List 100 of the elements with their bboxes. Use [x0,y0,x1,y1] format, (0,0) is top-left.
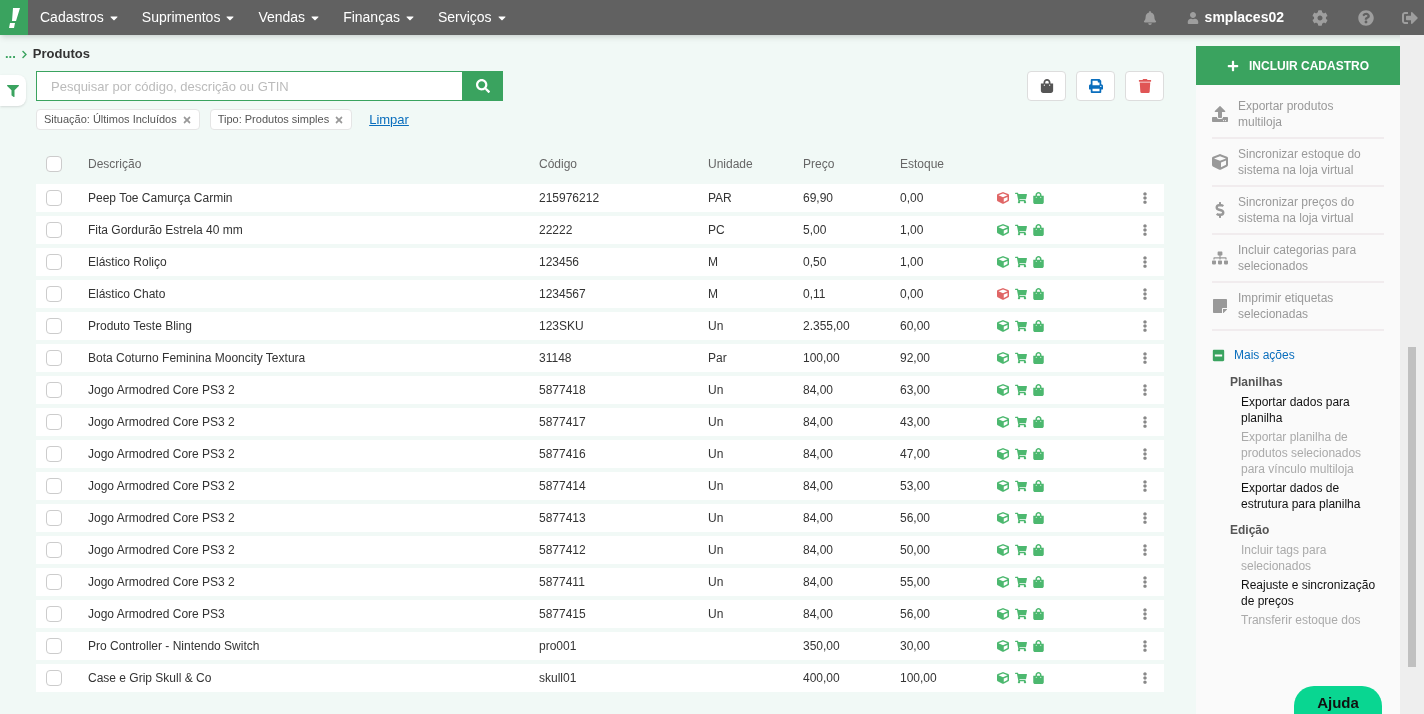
table-row[interactable]: Pro Controller - Nintendo Switch pro001 350,00 30,00 [36,632,1164,660]
stock-cube-icon[interactable] [997,320,1009,332]
more-options-icon[interactable] [1140,192,1150,204]
cart-icon[interactable] [1015,352,1027,364]
stock-cube-icon[interactable] [997,640,1009,652]
bell-icon[interactable] [1142,10,1157,25]
table-row[interactable]: Jogo Armodred Core PS3 2 5877414 Un 84,00 53,00 [36,472,1164,500]
stock-cube-icon[interactable] [997,608,1009,620]
table-row[interactable]: Jogo Armodred Core PS3 2 5877411 Un 84,00 55,00 [36,568,1164,596]
more-options-icon[interactable] [1140,512,1150,524]
table-row[interactable]: Jogo Armodred Core PS3 2 5877412 Un 84,00 50,00 [36,536,1164,564]
bag-icon[interactable] [1033,448,1044,460]
menu-item[interactable]: Finanças [343,7,416,28]
print-button[interactable] [1076,71,1115,101]
more-actions-toggle[interactable]: Mais ações [1212,346,1384,364]
bag-icon[interactable] [1033,384,1044,396]
row-checkbox[interactable] [46,190,62,206]
row-checkbox[interactable] [46,638,62,654]
row-checkbox[interactable] [46,478,62,494]
more-options-icon[interactable] [1140,672,1150,684]
table-row[interactable]: Elástico Chato 1234567 M 0,11 0,00 [36,280,1164,308]
table-row[interactable]: Fita Gordurão Estrela 40 mm 22222 PC 5,00 1,00 [36,216,1164,244]
stock-cube-icon[interactable] [997,416,1009,428]
more-options-icon[interactable] [1140,320,1150,332]
table-row[interactable]: Case e Grip Skull & Co skull01 400,00 100,00 [36,664,1164,692]
menu-action[interactable]: Exportar dados para planilha [1241,394,1384,426]
table-row[interactable]: Produto Teste Bling 123SKU Un 2.355,00 60,00 [36,312,1164,340]
more-options-icon[interactable] [1140,448,1150,460]
delete-button[interactable] [1125,71,1164,101]
bag-icon[interactable] [1033,288,1044,300]
more-options-icon[interactable] [1140,608,1150,620]
table-row[interactable]: Jogo Armodred Core PS3 2 5877418 Un 84,00 63,00 [36,376,1164,404]
bag-icon[interactable] [1033,576,1044,588]
select-all-checkbox[interactable] [46,156,62,172]
table-row[interactable]: Jogo Armodred Core PS3 2 5877413 Un 84,00 56,00 [36,504,1164,532]
logo[interactable] [0,0,28,35]
help-button[interactable]: Ajuda [1294,686,1382,714]
settings-icon[interactable] [1312,9,1328,26]
more-options-icon[interactable] [1140,480,1150,492]
cart-icon[interactable] [1015,480,1027,492]
row-checkbox[interactable] [46,414,62,430]
cart-icon[interactable] [1015,320,1027,332]
more-options-icon[interactable] [1140,384,1150,396]
more-options-icon[interactable] [1140,640,1150,652]
stock-cube-icon[interactable] [997,544,1009,556]
bag-icon[interactable] [1033,352,1044,364]
row-checkbox[interactable] [46,510,62,526]
more-options-icon[interactable] [1140,352,1150,364]
table-row[interactable]: Peep Toe Camurça Carmin 215976212 PAR 69,90 0,00 [36,184,1164,212]
bag-icon[interactable] [1033,320,1044,332]
more-options-icon[interactable] [1140,544,1150,556]
cart-icon[interactable] [1015,224,1027,236]
stock-cube-icon[interactable] [997,576,1009,588]
stock-cube-icon[interactable] [997,384,1009,396]
menu-action[interactable]: Reajuste e sincronização de preços [1241,577,1384,609]
bag-button[interactable] [1027,71,1066,101]
bag-icon[interactable] [1033,640,1044,652]
stock-cube-icon[interactable] [997,512,1009,524]
bag-icon[interactable] [1033,608,1044,620]
clear-link[interactable]: Limpar [369,109,409,130]
table-row[interactable]: Jogo Armodred Core PS3 2 5877417 Un 84,00 43,00 [36,408,1164,436]
bag-icon[interactable] [1033,544,1044,556]
row-checkbox[interactable] [46,382,62,398]
menu-item[interactable]: Cadastros [40,7,120,28]
cart-icon[interactable] [1015,608,1027,620]
row-checkbox[interactable] [46,222,62,238]
row-checkbox[interactable] [46,254,62,270]
cart-icon[interactable] [1015,640,1027,652]
menu-action[interactable]: Exportar dados de estrutura para planilha [1241,480,1384,512]
stock-cube-icon[interactable] [997,256,1009,268]
row-checkbox[interactable] [46,286,62,302]
scrollbar-thumb[interactable] [1408,347,1416,667]
row-checkbox[interactable] [46,606,62,622]
stock-cube-icon[interactable] [997,288,1009,300]
cart-icon[interactable] [1015,384,1027,396]
stock-cube-icon[interactable] [997,448,1009,460]
bag-icon[interactable] [1033,512,1044,524]
row-checkbox[interactable] [46,574,62,590]
cart-icon[interactable] [1015,544,1027,556]
help-icon[interactable] [1358,9,1374,26]
bag-icon[interactable] [1033,416,1044,428]
stock-cube-icon[interactable] [997,352,1009,364]
cart-icon[interactable] [1015,512,1027,524]
bag-icon[interactable] [1033,480,1044,492]
stock-cube-icon[interactable] [997,480,1009,492]
search-field[interactable]: Pesquisar por código, descrição ou GTIN [36,71,463,101]
stock-cube-icon[interactable] [997,672,1009,684]
remove-icon[interactable] [334,114,345,125]
more-options-icon[interactable] [1140,256,1150,268]
bag-icon[interactable] [1033,224,1044,236]
row-checkbox[interactable] [46,446,62,462]
menu-item[interactable]: Suprimentos [141,7,237,28]
more-options-icon[interactable] [1140,576,1150,588]
more-options-icon[interactable] [1140,224,1150,236]
menu-item[interactable]: Vendas [258,7,322,28]
cart-icon[interactable] [1015,448,1027,460]
search-button[interactable] [463,71,503,101]
cart-icon[interactable] [1015,256,1027,268]
logout-icon[interactable] [1402,9,1418,26]
row-checkbox[interactable] [46,670,62,686]
